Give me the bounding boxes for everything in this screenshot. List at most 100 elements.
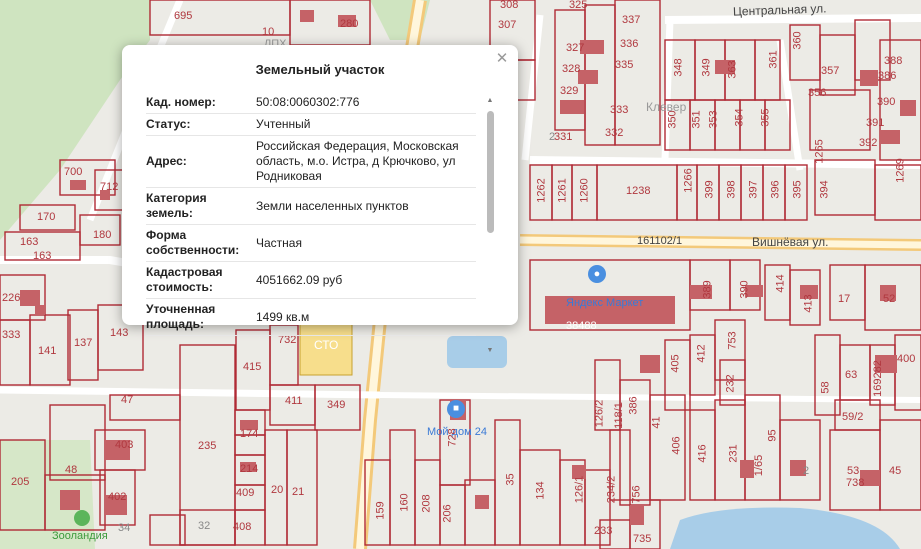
parcel-label: 308 [500,0,519,11]
attr-key: Кадастровая стоимость: [146,265,223,294]
parcel-label: 126/2 [593,399,606,428]
close-icon[interactable]: ✕ [494,51,510,67]
popup-title: Земельный участок [255,62,385,77]
attr-row-area: Уточненная площадь: 1499 кв.м [146,299,476,336]
parcel-label: 333 [610,104,629,116]
parcel-label: 348 [672,58,685,77]
parcel-label: 753 [726,331,739,350]
poi-yandex-market[interactable]: ● Яндекс Маркет [566,265,643,309]
parcel-label: 416 [696,444,709,463]
parcel-label: 41 [650,416,663,429]
parcel-label: 58 [819,381,832,394]
attr-key: Уточненная площадь: [146,302,216,331]
parcel-label: 405 [669,354,682,373]
attr-key: Статус: [146,117,191,131]
attr-value[interactable]: 50:08:0060302:776 [256,92,476,113]
parcel-label: 756 [630,485,643,504]
parcel-label: 169282 [871,360,884,397]
scroll-up-arrow-icon[interactable]: ▲ [486,97,494,105]
street-label-vishnevaya: Вишнёвая ул. [752,235,829,249]
parcel-label: 232 [724,374,737,393]
poi-zoolandia[interactable]: Зооландия [52,510,108,542]
parcel-label: 414 [774,274,787,293]
scroll-down-arrow-icon[interactable]: ▼ [486,347,494,355]
parcel-label: 350 [666,110,679,129]
parcel-label: 738 [846,477,865,489]
parcel-label: 234/2 [605,475,618,504]
house-icon: ■ [447,400,465,418]
parcel-label: 1262 [535,178,548,203]
parcel-label: 206 [441,504,454,523]
parcel-label: 170 [37,211,56,223]
parcel-label: 357 [821,65,840,77]
parcel-label: 1238 [626,185,651,197]
parcel-label: 95 [766,429,779,442]
parcel-info-popup: Земельный участок ✕ Кад. номер: 50:08:00… [122,45,518,354]
parcel-label: 337 [622,14,641,26]
popup-scrollbar[interactable]: ▲ ▼ [486,97,494,354]
parcel-label: 354 [733,108,746,127]
label-sto: СТО [314,338,339,352]
parcel-label: 398 [725,180,738,199]
parcel-label: 331 [554,131,573,143]
attr-value: 4051662.09 руб [256,272,343,287]
parcel-label: 233 [594,525,613,537]
attr-value: Земли населенных пунктов [256,198,409,213]
parcel-label: 174 [240,428,259,440]
parcel-label: 735 [633,533,652,545]
attr-row-status: Статус: Учтенный [146,114,476,136]
parcel-label: 52 [883,293,896,305]
parcel-label: 332 [605,127,624,139]
parcel-label: 328 [562,63,581,75]
parcel-label: 712 [100,181,119,193]
parcel-label: 231 [727,444,740,463]
attr-row-cadastral-number: Кад. номер: 50:08:0060302:776 [146,92,476,114]
parcel-label: 1/65 [753,454,766,477]
parcel-label: 732 [278,334,297,346]
pond [447,336,507,368]
parcel-label: 728 [446,428,459,447]
parcel-label: 1269 [894,158,907,183]
parcel-label: 180 [93,229,112,241]
parcel-label: 163 [33,250,52,262]
attr-key: Категория земель: [146,191,207,220]
parcel-label: 163 [20,236,39,248]
parcel-label: 336 [620,38,639,50]
attr-key: Кад. номер: [146,95,216,109]
parcel-label: 397 [747,180,760,199]
parcel-label: 388 [884,55,903,67]
parcel-label: 214 [240,463,259,475]
parcel-label: 399 [703,180,716,199]
attr-key: Форма собственности: [146,228,240,257]
parcel-label: 137 [74,337,93,349]
parcel-label: 351 [690,110,703,129]
parcel-label: 389 [701,280,714,299]
parcel-label: 355 [759,108,772,127]
parcel-label: 700 [64,166,83,178]
parcel-label: 53 [847,465,860,477]
parcel-label: 361 [767,50,780,69]
parcel-label: 386 [878,70,897,82]
parcel-label: 134 [534,481,547,500]
parcel-label: 695 [174,10,193,22]
parcel-label: 280 [340,18,359,30]
parcel-label: 48 [65,464,78,476]
parcel-label: 59/2 [842,411,864,423]
parcel-label: 1266 [682,168,695,193]
parcel-label: 159 [374,501,387,520]
parcel-label: 386 [627,396,640,415]
parcel-label: 208 [420,494,433,513]
scrollbar-thumb[interactable] [487,111,494,233]
attr-value: 1499 кв.м [256,309,310,324]
parcel-label: 10 [262,26,275,38]
parcel-label: 403 [115,439,134,451]
parcel-label: 395 [791,180,804,199]
paw-icon [74,510,90,526]
parcel-label: 335 [615,59,634,71]
parcel-label: 353 [707,110,720,129]
parcel-label: 390 [738,280,751,299]
parcel-label: 333 [2,329,21,341]
attr-value: Учтенный [256,117,311,131]
parcel-label: 35 [504,473,517,486]
parcel-label: 394 [818,180,831,199]
